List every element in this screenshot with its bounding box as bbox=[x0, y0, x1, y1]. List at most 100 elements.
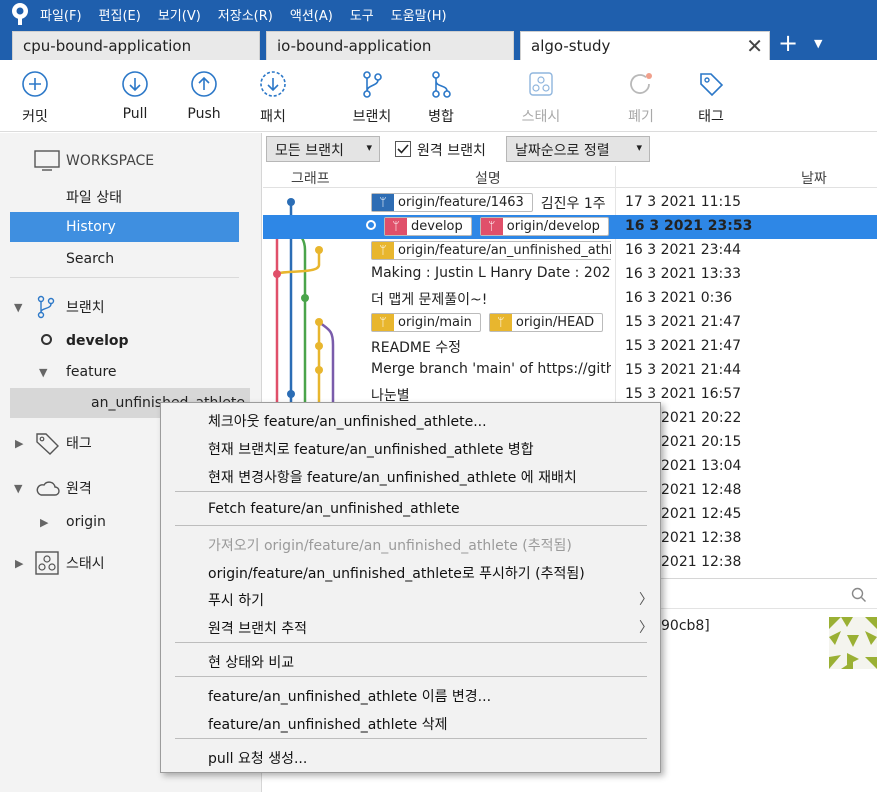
commit-row[interactable]: Making : Justin L Hanry Date : 2021 16 3… bbox=[263, 263, 877, 287]
menu-item-fetch[interactable]: Fetch feature/an_unfinished_athlete bbox=[208, 501, 460, 517]
close-icon[interactable]: ✕ bbox=[746, 34, 763, 58]
check-icon bbox=[397, 144, 409, 154]
commit-message: README 수정 bbox=[371, 340, 462, 356]
commit-button[interactable]: 커밋 bbox=[0, 68, 70, 126]
commit-hash-text: 90cb8] bbox=[661, 618, 710, 634]
sidebar-item-history[interactable]: History bbox=[10, 212, 239, 242]
tab-label: algo-study bbox=[531, 37, 611, 55]
sidebar-item-label: 원격 bbox=[66, 481, 92, 497]
commit-description: ᛘ origin/main ᛘ origin/HEAD bbox=[371, 313, 611, 333]
badge-label: origin/feature/an_unfinished_athlete bbox=[398, 243, 611, 258]
commit-row[interactable]: ᛘ origin/feature/1463 김진우 1주 17 3 2021 11:… bbox=[263, 191, 877, 215]
sidebar-item-label: 브랜치 bbox=[66, 300, 105, 316]
commit-description: ᛘ develop ᛘ origin/develop bbox=[358, 217, 612, 237]
commit-message: 김진우 1주 bbox=[540, 196, 606, 212]
search-icon[interactable] bbox=[851, 587, 867, 603]
menu-help[interactable]: 도움말(H) bbox=[391, 5, 447, 24]
sidebar-item-search[interactable]: Search bbox=[0, 244, 250, 274]
commit-row[interactable]: Merge branch 'main' of https://gith 15 3… bbox=[263, 359, 877, 383]
branch-icon: ᛘ bbox=[372, 314, 394, 331]
tag-label: 태그 bbox=[698, 109, 724, 125]
sidebar-item-file-status[interactable]: 파일 상태 bbox=[0, 182, 250, 212]
menu-view[interactable]: 보기(V) bbox=[158, 5, 201, 24]
sidebar-divider bbox=[10, 277, 239, 278]
menu-separator bbox=[175, 525, 647, 526]
cloud-icon bbox=[35, 479, 61, 501]
menu-item-rebase[interactable]: 현재 변경사항을 feature/an_unfinished_athlete 에… bbox=[208, 467, 577, 487]
menu-item-diff[interactable]: 현 상태와 비교 bbox=[208, 652, 294, 672]
tag-icon bbox=[676, 68, 746, 100]
commit-date: 15 3 2021 16:57 bbox=[625, 386, 742, 402]
date-column-header[interactable]: 날짜 bbox=[801, 168, 827, 188]
commit-date: 15 3 2021 21:44 bbox=[625, 362, 742, 378]
commit-row[interactable]: README 수정 15 3 2021 21:47 bbox=[263, 335, 877, 359]
commit-description: ᛘ origin/feature/an_unfinished_athlete bbox=[371, 241, 611, 261]
sidebar-item-feature[interactable]: ▼ feature bbox=[0, 357, 250, 387]
menu-separator bbox=[175, 642, 647, 643]
plus-circle-icon bbox=[0, 68, 70, 100]
sidebar-section-branches[interactable]: ▼ 브랜치 bbox=[0, 292, 250, 322]
toolbar: 커밋 Pull Push 패치 브랜치 병합 스태시 폐기 태그 bbox=[0, 60, 877, 132]
push-button[interactable]: Push bbox=[169, 68, 239, 122]
remote-branch-badge[interactable]: ᛘ origin/feature/an_unfinished_athlete bbox=[371, 241, 611, 260]
stash-icon bbox=[506, 68, 576, 100]
commit-row[interactable]: ᛘ origin/feature/an_unfinished_athlete 16… bbox=[263, 239, 877, 263]
commit-row[interactable]: ᛘ origin/main ᛘ origin/HEAD 15 3 2021 21:47 bbox=[263, 311, 877, 335]
menu-item-push[interactable]: 푸시 하기 bbox=[208, 590, 264, 610]
add-tab-icon[interactable]: + bbox=[777, 28, 799, 58]
chevron-right-icon: 〉 bbox=[639, 620, 653, 636]
sidebar-item-label: Search bbox=[66, 251, 115, 267]
sort-dropdown[interactable]: 날짜순으로 정렬 ▾ bbox=[506, 136, 650, 162]
badge-label: origin/main bbox=[398, 315, 472, 330]
menu-repository[interactable]: 저장소(R) bbox=[218, 5, 273, 24]
branch-filter-dropdown[interactable]: 모든 브랜치 ▾ bbox=[266, 136, 380, 162]
commit-row[interactable]: ᛘ develop ᛘ origin/develop 16 3 2021 23:53 bbox=[263, 215, 877, 239]
menu-file[interactable]: 파일(F) bbox=[40, 5, 82, 24]
remote-branches-checkbox[interactable] bbox=[395, 141, 411, 157]
commit-date: 16 3 2021 0:36 bbox=[625, 290, 733, 306]
remote-head-badge[interactable]: ᛘ origin/HEAD bbox=[488, 313, 604, 332]
fetch-button[interactable]: 패치 bbox=[238, 68, 308, 126]
commit-label: 커밋 bbox=[22, 109, 48, 125]
menu-tools[interactable]: 도구 bbox=[350, 5, 374, 24]
remote-branch-badge[interactable]: ᛘ origin/feature/1463 bbox=[371, 193, 533, 212]
commit-date: 16 3 2021 23:44 bbox=[625, 242, 742, 258]
menu-item-delete[interactable]: feature/an_unfinished_athlete 삭제 bbox=[208, 714, 447, 734]
monitor-icon bbox=[34, 149, 60, 175]
remote-branch-badge[interactable]: ᛘ origin/main bbox=[371, 313, 481, 332]
current-branch-icon bbox=[41, 334, 52, 345]
menu-item-rename[interactable]: feature/an_unfinished_athlete 이름 변경... bbox=[208, 686, 491, 706]
menu-item-merge[interactable]: 현재 브랜치로 feature/an_unfinished_athlete 병합 bbox=[208, 439, 534, 459]
menu-item-checkout[interactable]: 체크아웃 feature/an_unfinished_athlete... bbox=[208, 411, 487, 431]
merge-label: 병합 bbox=[428, 109, 454, 125]
sidebar-item-label: feature bbox=[66, 364, 117, 380]
branch-button[interactable]: 브랜치 bbox=[337, 68, 407, 126]
avatar bbox=[829, 617, 877, 669]
tab-cpu-bound-application[interactable]: cpu-bound-application bbox=[12, 31, 260, 60]
tab-io-bound-application[interactable]: io-bound-application bbox=[266, 31, 514, 60]
description-column-header[interactable]: 설명 bbox=[475, 168, 501, 188]
discard-icon bbox=[606, 68, 676, 100]
graph-column-header[interactable]: 그래프 bbox=[291, 168, 330, 188]
discard-button[interactable]: 폐기 bbox=[606, 68, 676, 126]
badge-label: origin/HEAD bbox=[515, 315, 595, 330]
menu-item-track-remote[interactable]: 원격 브랜치 추적 bbox=[208, 618, 307, 638]
remote-branch-badge[interactable]: ᛘ origin/develop bbox=[479, 217, 609, 236]
stash-button[interactable]: 스태시 bbox=[506, 68, 576, 126]
tab-algo-study[interactable]: algo-study ✕ bbox=[520, 31, 770, 60]
tag-button[interactable]: 태그 bbox=[676, 68, 746, 126]
local-branch-badge[interactable]: ᛘ develop bbox=[384, 217, 472, 236]
commit-date: 2021 12:38 bbox=[661, 554, 742, 570]
menu-item-create-pull-request[interactable]: pull 요청 생성... bbox=[208, 748, 307, 768]
menu-actions[interactable]: 액션(A) bbox=[290, 5, 333, 24]
stash-icon bbox=[35, 551, 59, 579]
menu-item-push-tracked[interactable]: origin/feature/an_unfinished_athlete로 푸시… bbox=[208, 563, 585, 583]
chevron-down-icon[interactable]: ▼ bbox=[814, 37, 822, 50]
pull-button[interactable]: Pull bbox=[100, 68, 170, 122]
commit-row[interactable]: 더 맵게 문제풀이~! 16 3 2021 0:36 bbox=[263, 287, 877, 311]
merge-button[interactable]: 병합 bbox=[406, 68, 476, 126]
menu-separator bbox=[175, 491, 647, 492]
menu-edit[interactable]: 편집(E) bbox=[99, 5, 141, 24]
menu-separator bbox=[175, 676, 647, 677]
sidebar-item-develop[interactable]: develop bbox=[0, 326, 250, 356]
